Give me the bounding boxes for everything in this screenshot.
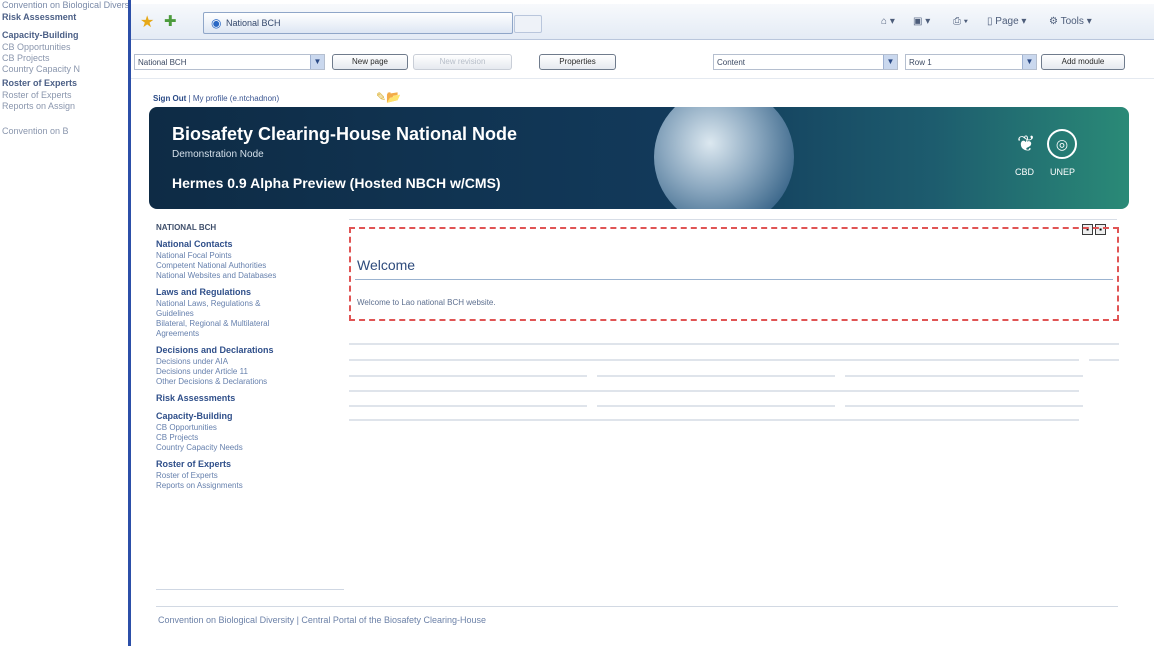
welcome-rule bbox=[355, 279, 1113, 280]
bg-link[interactable]: Reports on Assign bbox=[2, 101, 75, 111]
nav-section-heading[interactable]: Risk Assessments bbox=[156, 393, 235, 403]
browser-toolbar: ★ ✚ ◉ National BCH ⌂ ▾ ▣ ▾ ⎙ ▾ ▯ Page ▾ … bbox=[131, 4, 1154, 40]
nav-link[interactable]: Decisions under Article 11 bbox=[156, 367, 248, 376]
browser-tab[interactable]: ◉ National BCH bbox=[203, 12, 513, 34]
cbd-logo-icon: ❦ bbox=[1017, 131, 1036, 156]
unep-logo-icon: ◎ bbox=[1047, 129, 1077, 159]
chevron-down-icon: ▼ bbox=[310, 55, 324, 69]
welcome-module[interactable]: Welcome Welcome to Lao national BCH webs… bbox=[349, 227, 1119, 321]
placeholder-line bbox=[349, 343, 1119, 345]
banner-preview-text: Hermes 0.9 Alpha Preview (Hosted NBCH w/… bbox=[172, 175, 501, 191]
placeholder-line bbox=[349, 405, 587, 407]
bg-section-heading[interactable]: Risk Assessment bbox=[2, 12, 76, 22]
bg-link[interactable]: CB Projects bbox=[2, 53, 50, 63]
print-icon[interactable]: ⎙ ▾ bbox=[953, 16, 968, 27]
bg-section-heading[interactable]: Roster of Experts bbox=[2, 78, 77, 88]
nav-link[interactable]: Country Capacity Needs bbox=[156, 443, 243, 452]
row-select-value: Row 1 bbox=[909, 58, 932, 67]
bg-link[interactable]: Country Capacity N bbox=[2, 64, 80, 74]
placeholder-line bbox=[349, 375, 587, 377]
unep-logo-text: UNEP bbox=[1050, 167, 1076, 177]
bg-link[interactable]: Convention on B bbox=[2, 126, 69, 136]
nav-link[interactable]: Agreements bbox=[156, 329, 199, 338]
cms-admin-bar: National BCH ▼ New page New revision Pro… bbox=[131, 47, 1154, 79]
nav-link[interactable]: National Laws, Regulations & bbox=[156, 299, 261, 308]
page-menu-label: Page bbox=[995, 16, 1019, 27]
tools-menu-button[interactable]: ⚙ Tools ▾ bbox=[1049, 16, 1092, 27]
nav-link[interactable]: Roster of Experts bbox=[156, 471, 218, 480]
content-select-value: Content bbox=[717, 58, 746, 67]
nav-section-heading[interactable]: Capacity-Building bbox=[156, 411, 233, 421]
home-icon[interactable]: ⌂ ▾ bbox=[881, 16, 895, 27]
nav-link[interactable]: CB Projects bbox=[156, 433, 198, 442]
favorites-star-icon[interactable]: ★ bbox=[140, 12, 154, 32]
placeholder-line bbox=[597, 405, 835, 407]
nav-link[interactable]: CB Opportunities bbox=[156, 423, 217, 432]
background-window: Convention on Biological Diversity Risk … bbox=[0, 0, 140, 646]
new-page-button[interactable]: New page bbox=[332, 54, 408, 70]
bg-section-heading[interactable]: Capacity-Building bbox=[2, 30, 79, 40]
edit-icon[interactable]: ✎📂 bbox=[376, 90, 401, 104]
add-module-button[interactable]: Add module bbox=[1041, 54, 1125, 70]
nav-link[interactable]: National Websites and Databases bbox=[156, 271, 276, 280]
add-favorites-icon[interactable]: ✚ bbox=[164, 12, 177, 30]
nav-section-heading[interactable]: National Contacts bbox=[156, 239, 233, 249]
placeholder-line bbox=[845, 405, 1083, 407]
placeholder-line bbox=[349, 390, 1079, 392]
nav-top-heading[interactable]: NATIONAL BCH bbox=[156, 223, 216, 232]
row-select[interactable]: Row 1 ▼ bbox=[905, 54, 1037, 70]
placeholder-line bbox=[597, 375, 835, 377]
footer-divider bbox=[156, 606, 1118, 607]
my-profile-link[interactable]: My profile bbox=[193, 94, 228, 103]
nav-section-heading[interactable]: Laws and Regulations bbox=[156, 287, 251, 297]
user-links: Sign Out | My profile (e.ntchadnon) bbox=[153, 94, 279, 103]
page-icon: ◉ bbox=[211, 16, 222, 30]
nav-link[interactable]: Decisions under AIA bbox=[156, 357, 228, 366]
tab-title: National BCH bbox=[226, 18, 281, 28]
nav-link[interactable]: Competent National Authorities bbox=[156, 261, 266, 270]
nav-section-heading[interactable]: Roster of Experts bbox=[156, 459, 231, 469]
site-select[interactable]: National BCH ▼ bbox=[134, 54, 325, 70]
properties-button[interactable]: Properties bbox=[539, 54, 616, 70]
welcome-text: Welcome to Lao national BCH website. bbox=[357, 298, 496, 307]
chevron-down-icon: ▼ bbox=[883, 55, 897, 69]
bg-link[interactable]: Roster of Experts bbox=[2, 90, 72, 100]
browser-window: ★ ✚ ◉ National BCH ⌂ ▾ ▣ ▾ ⎙ ▾ ▯ Page ▾ … bbox=[128, 0, 1154, 646]
placeholder-line bbox=[845, 375, 1083, 377]
nav-divider bbox=[156, 589, 344, 590]
nav-link[interactable]: Reports on Assignments bbox=[156, 481, 243, 490]
page-menu-button[interactable]: ▯ Page ▾ bbox=[987, 16, 1026, 27]
feeds-icon[interactable]: ▣ ▾ bbox=[913, 16, 930, 27]
nav-section-heading[interactable]: Decisions and Declarations bbox=[156, 345, 274, 355]
banner-subtitle: Demonstration Node bbox=[172, 149, 264, 160]
footer-links[interactable]: Convention on Biological Diversity | Cen… bbox=[158, 615, 486, 625]
placeholder-line bbox=[1089, 359, 1119, 361]
bg-link[interactable]: CB Opportunities bbox=[2, 42, 71, 52]
link-separator: | bbox=[188, 94, 191, 103]
username: (e.ntchadnon) bbox=[229, 94, 280, 103]
cbd-logo-text: CBD bbox=[1015, 167, 1035, 177]
nav-link[interactable]: National Focal Points bbox=[156, 251, 232, 260]
content-select[interactable]: Content ▼ bbox=[713, 54, 898, 70]
nav-link[interactable]: Other Decisions & Declarations bbox=[156, 377, 267, 386]
site-select-value: National BCH bbox=[138, 58, 187, 67]
banner-title: Biosafety Clearing-House National Node bbox=[172, 124, 518, 144]
nav-link[interactable]: Bilateral, Regional & Multilateral bbox=[156, 319, 269, 328]
globe-image bbox=[654, 107, 794, 209]
new-revision-button: New revision bbox=[413, 54, 512, 70]
bg-top-link[interactable]: Convention on Biological Diversity bbox=[2, 0, 138, 10]
new-tab-button[interactable] bbox=[514, 15, 542, 33]
tools-menu-label: Tools bbox=[1060, 16, 1084, 27]
placeholder-line bbox=[349, 419, 1079, 421]
content-divider bbox=[349, 219, 1117, 220]
sign-out-link[interactable]: Sign Out bbox=[153, 94, 186, 103]
chevron-down-icon: ▼ bbox=[1022, 55, 1036, 69]
page-body: Sign Out | My profile (e.ntchadnon) ✎📂 B… bbox=[144, 85, 1144, 645]
site-banner: Biosafety Clearing-House National Node D… bbox=[149, 107, 1129, 209]
welcome-title: Welcome bbox=[357, 257, 416, 273]
nav-link[interactable]: Guidelines bbox=[156, 309, 194, 318]
placeholder-line bbox=[349, 359, 1079, 361]
